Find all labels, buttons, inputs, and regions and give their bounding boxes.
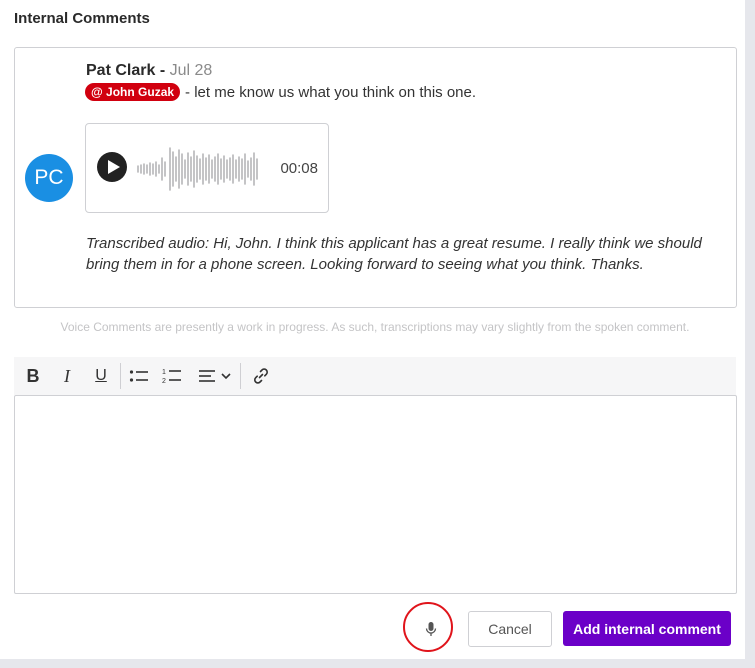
comment-body: @ John Guzak - let me know us what you t… [85,83,476,101]
cancel-button[interactable]: Cancel [468,611,552,647]
comment-editor[interactable] [14,395,737,594]
waveform [137,147,258,191]
toolbar-divider [120,363,121,389]
add-internal-comment-button[interactable]: Add internal comment [563,611,731,646]
mention-tag[interactable]: @ John Guzak [85,83,181,101]
toolbar-divider [240,363,241,389]
audio-player: 00:08 [85,123,329,213]
bold-button[interactable]: B [24,364,42,388]
avatar: PC [25,154,73,202]
link-icon[interactable] [250,364,272,388]
internal-comments-panel: Internal Comments PC Pat Clark - Jul 28 … [0,0,745,659]
italic-button[interactable]: I [58,364,76,388]
align-dropdown[interactable] [196,364,236,388]
audio-duration: 00:08 [280,160,318,177]
svg-text:2: 2 [162,378,166,385]
comment-date: Jul 28 [169,62,213,79]
editor-toolbar: B I U 1 2 [14,357,736,395]
transcript-text: Transcribed audio: Hi, John. I think thi… [86,235,702,273]
underline-button[interactable]: U [92,364,110,388]
comment-card: PC Pat Clark - Jul 28 @ John Guzak - let… [14,47,737,308]
play-icon[interactable] [97,152,127,182]
section-title: Internal Comments [14,10,150,27]
numbered-list-icon[interactable]: 1 2 [161,364,183,388]
comment-text: - let me know us what you think on this … [185,83,477,101]
microphone-icon[interactable] [421,619,441,639]
svg-text:1: 1 [162,369,166,376]
comment-author: Pat Clark - [86,62,166,79]
voice-disclaimer: Voice Comments are presently a work in p… [60,320,690,334]
bullet-list-icon[interactable] [128,364,150,388]
comment-header: Pat Clark - Jul 28 [86,62,212,80]
align-left-icon [199,370,231,382]
